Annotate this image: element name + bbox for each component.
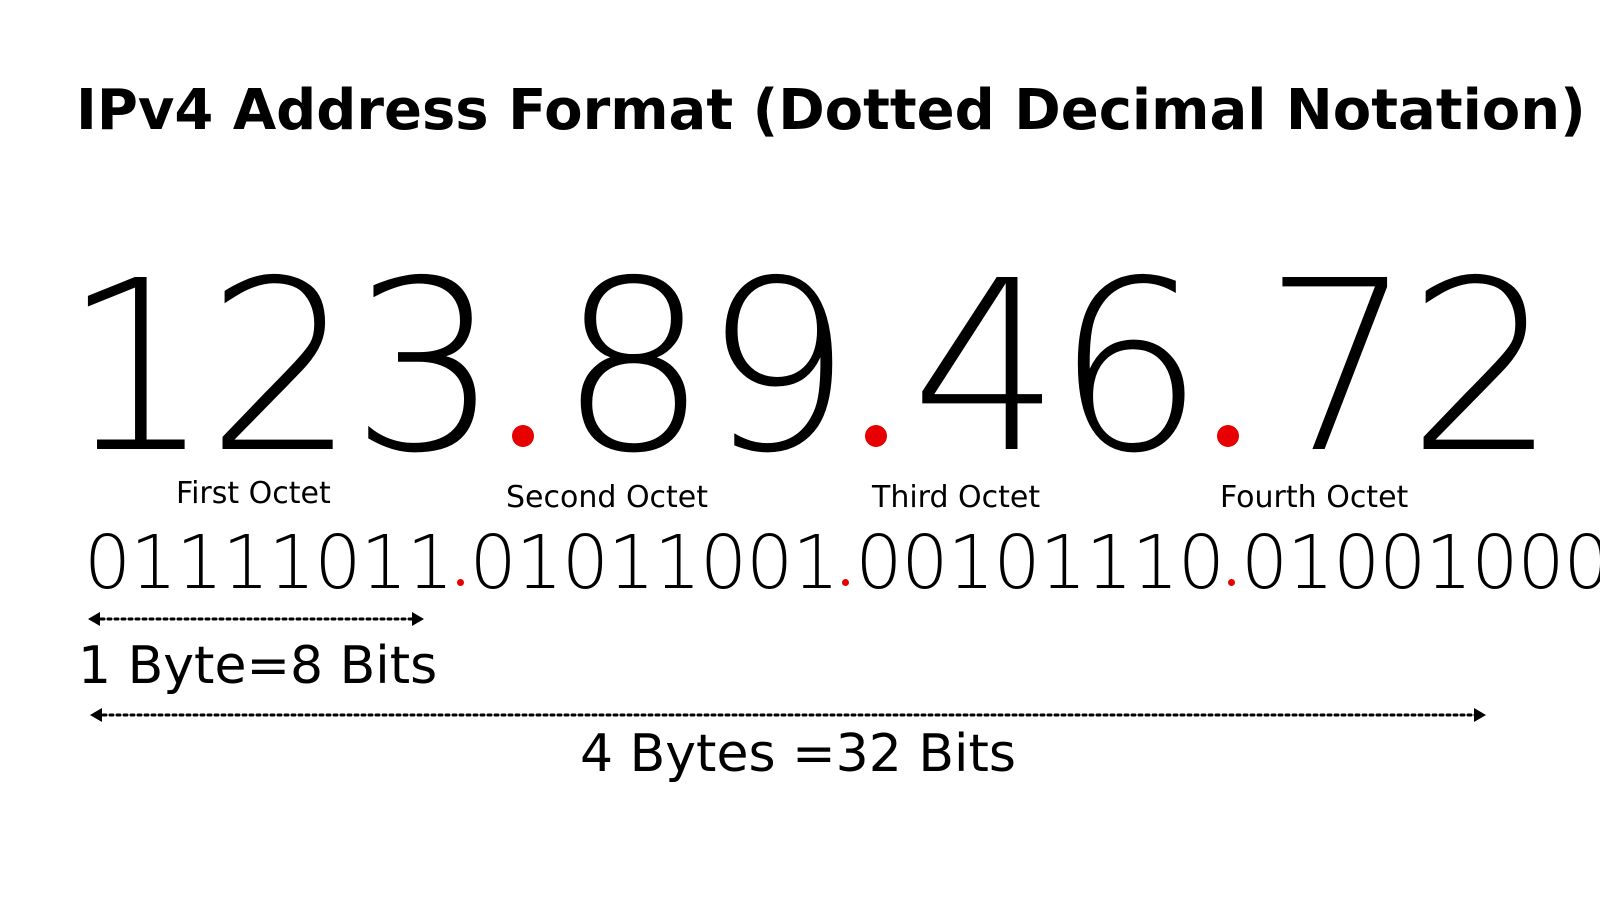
octet-label-third: Third Octet — [872, 480, 1041, 515]
separator-dot-2 — [864, 425, 887, 447]
address-caption: 4 Bytes =32 Bits — [580, 724, 1016, 784]
binary-octet-2: 01011001 — [469, 520, 840, 606]
decimal-octet-2: 89 — [558, 230, 852, 505]
octet-label-fourth: Fourth Octet — [1220, 480, 1409, 515]
byte-caption: 1 Byte=8 Bits — [78, 636, 438, 696]
decimal-octet-3: 46 — [910, 230, 1205, 505]
octet-label-first: First Octet — [176, 476, 331, 511]
binary-octet-4: 01001000 — [1240, 520, 1600, 606]
binary-octet-1: 01111011 — [84, 520, 454, 606]
binary-separator-dot-1 — [456, 579, 464, 586]
binary-address: 01111011 01011001 00101110 01001000 — [84, 520, 1600, 606]
binary-separator-dot-3 — [1227, 579, 1235, 586]
octet-label-second: Second Octet — [506, 480, 709, 515]
separator-dot-1 — [512, 425, 535, 447]
byte-measure-arrow — [88, 612, 424, 626]
ipv4-diagram: IPv4 Address Format (Dotted Decimal Nota… — [0, 0, 1600, 900]
decimal-octet-4: 72 — [1263, 230, 1557, 505]
separator-dot-3 — [1217, 425, 1240, 447]
diagram-title: IPv4 Address Format (Dotted Decimal Nota… — [76, 78, 1586, 143]
binary-octet-3: 00101110 — [855, 520, 1225, 606]
decimal-octet-1: 123 — [62, 230, 500, 505]
binary-separator-dot-2 — [842, 579, 850, 586]
decimal-address: 123 89 46 72 — [62, 248, 1562, 488]
